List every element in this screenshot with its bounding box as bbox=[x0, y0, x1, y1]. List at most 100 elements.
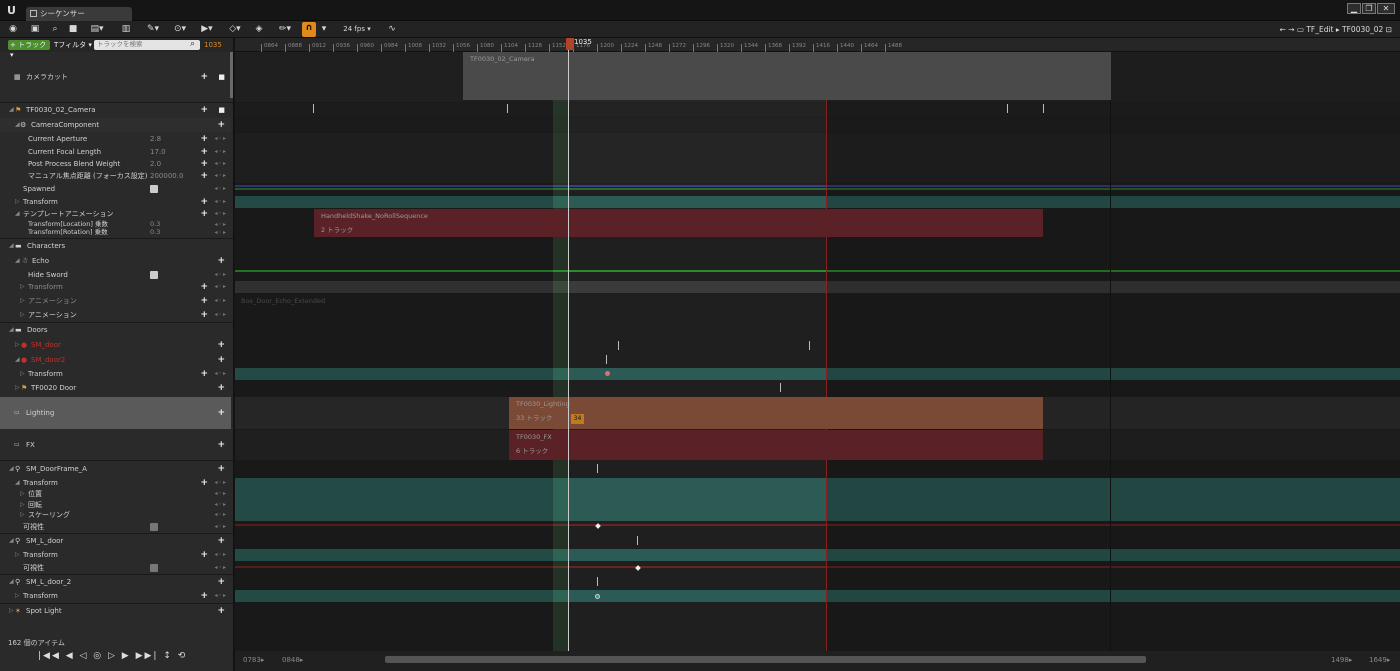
track-row[interactable]: ▷ ⚑ TF0020 Door + bbox=[0, 381, 231, 395]
keyframe-nav-icon[interactable]: ◂◦▸ bbox=[214, 281, 227, 293]
fps-dropdown[interactable]: 24 fps ▾ bbox=[337, 23, 377, 36]
collapse-arrow-icon[interactable]: ▷ bbox=[9, 604, 14, 618]
expand-arrow-icon[interactable]: ◢ bbox=[15, 353, 20, 367]
key-marker[interactable] bbox=[1043, 104, 1044, 113]
playhead-handle[interactable] bbox=[566, 38, 574, 50]
keyframe-nav-icon[interactable]: ◂◦▸ bbox=[214, 133, 227, 145]
add-icon[interactable]: + bbox=[200, 208, 208, 220]
curve-editor-icon[interactable]: ∿ bbox=[385, 23, 399, 36]
collapse-arrow-icon[interactable]: ▷ bbox=[20, 309, 25, 321]
spawned-checkbox[interactable] bbox=[150, 185, 158, 193]
minimize-button[interactable]: ▁ bbox=[1347, 3, 1361, 14]
track-search-input[interactable] bbox=[94, 40, 200, 50]
lock-icon[interactable]: ⊡ bbox=[1386, 25, 1392, 34]
lighting-section[interactable]: TF0030_Lighting 33 トラック bbox=[509, 397, 1043, 429]
track-row[interactable]: ◢ ⚙ CameraComponent + bbox=[0, 118, 231, 132]
add-icon[interactable]: + bbox=[217, 462, 225, 476]
add-icon[interactable]: + bbox=[200, 170, 208, 182]
collapse-arrow-icon[interactable]: ▷ bbox=[20, 500, 25, 510]
snap-dropdown-icon[interactable]: ▾ bbox=[320, 23, 328, 36]
key-marker[interactable] bbox=[780, 383, 781, 392]
track-row[interactable]: ▷ ● SM_door + bbox=[0, 338, 231, 352]
property-value[interactable]: 200000.0 bbox=[150, 170, 183, 182]
keyframe-nav-icon[interactable]: ◂◦▸ bbox=[214, 146, 227, 158]
add-icon[interactable]: + bbox=[217, 353, 225, 367]
track-row[interactable]: ▷ Transform + ◂◦▸ bbox=[0, 368, 231, 380]
collapse-arrow-icon[interactable]: ▷ bbox=[20, 510, 25, 520]
keyframe-nav-icon[interactable]: ◂◦▸ bbox=[214, 183, 227, 195]
collapse-arrow-icon[interactable]: ▷ bbox=[15, 338, 20, 352]
add-icon[interactable]: + bbox=[217, 397, 225, 429]
track-row[interactable]: ◢ ⚲ SM_L_door + bbox=[0, 534, 231, 548]
add-icon[interactable]: + bbox=[200, 478, 208, 488]
search-icon[interactable]: ⌕ bbox=[190, 39, 195, 49]
track-row[interactable]: ▷ 位置 ◂◦▸ bbox=[0, 489, 231, 499]
track-row[interactable]: ▷ アニメーション + ◂◦▸ bbox=[0, 309, 231, 321]
key-marker[interactable] bbox=[618, 341, 619, 350]
add-icon[interactable]: + bbox=[217, 118, 225, 132]
folder-row[interactable]: ◢ ▬ Characters bbox=[0, 239, 231, 253]
track-row[interactable]: Transform[Rotation] 乗数 0.3 ◂◦▸ bbox=[0, 228, 231, 237]
camera-icon[interactable]: ■ bbox=[66, 23, 80, 36]
add-icon[interactable]: + bbox=[217, 575, 225, 589]
keyframe-nav-icon[interactable]: ◂◦▸ bbox=[214, 368, 227, 380]
expand-arrow-icon[interactable]: ◢ bbox=[15, 208, 20, 220]
add-icon[interactable]: + bbox=[200, 281, 208, 293]
add-icon[interactable]: + bbox=[200, 309, 208, 321]
track-row[interactable]: ▷ Transform + ◂◦▸ bbox=[0, 590, 231, 602]
camera-icon[interactable]: ■ bbox=[218, 52, 225, 102]
visibility-checkbox[interactable] bbox=[150, 523, 158, 531]
track-row[interactable]: ▷ Transform + ◂◦▸ bbox=[0, 196, 231, 208]
add-icon[interactable]: + bbox=[200, 295, 208, 307]
key-marker[interactable] bbox=[606, 355, 607, 364]
snapshot-icon[interactable]: ▥ bbox=[118, 23, 134, 36]
property-value[interactable]: 2.0 bbox=[150, 158, 161, 170]
expand-arrow-icon[interactable]: ◢ bbox=[15, 118, 20, 132]
add-icon[interactable]: + bbox=[217, 604, 225, 618]
add-icon[interactable]: + bbox=[200, 158, 208, 170]
timeline-panel[interactable]: TF0030_02_Camera HandheldShake_NoRollSeq… bbox=[235, 38, 1400, 671]
folder-row[interactable]: ◢ ▬ Doors bbox=[0, 323, 231, 337]
play-options-icon[interactable]: ▶▾ bbox=[196, 23, 218, 36]
tab-sequencer[interactable]: シーケンサー bbox=[26, 7, 132, 21]
current-frame-display[interactable]: 1035 bbox=[204, 40, 222, 50]
playback-options-icon[interactable]: ⊙▾ bbox=[169, 23, 191, 36]
collapse-arrow-icon[interactable]: ▷ bbox=[20, 368, 25, 380]
add-icon[interactable]: + bbox=[200, 368, 208, 380]
transport-controls[interactable]: |◀◀ ◀ ◁ ◎ ▷ ▶ ▶▶| ↕ ⟲ bbox=[38, 651, 198, 663]
save-icon[interactable]: ▣ bbox=[28, 23, 42, 36]
find-icon[interactable]: ⌕ bbox=[48, 23, 62, 36]
add-icon[interactable]: + bbox=[200, 146, 208, 158]
maximize-button[interactable]: ❐ bbox=[1362, 3, 1376, 14]
horizontal-scrollbar[interactable] bbox=[385, 656, 1146, 663]
add-track-button[interactable]: + トラック ▾ bbox=[8, 40, 50, 59]
key-marker[interactable] bbox=[597, 464, 598, 473]
settings-icon[interactable]: ✎▾ bbox=[142, 23, 164, 36]
render-movie-icon[interactable]: ▤▾ bbox=[87, 23, 107, 36]
back-arrow-icon[interactable]: ← bbox=[1279, 25, 1285, 34]
track-row[interactable]: ◢ ☃ Echo + bbox=[0, 254, 231, 268]
forward-arrow-icon[interactable]: → bbox=[1288, 25, 1294, 34]
keyframe-nav-icon[interactable]: ◂◦▸ bbox=[214, 562, 227, 574]
expand-arrow-icon[interactable]: ◢ bbox=[9, 103, 14, 117]
track-row[interactable]: ◢ ● SM_door2 + bbox=[0, 353, 231, 367]
track-row[interactable]: Post Process Blend Weight 2.0 + ◂◦▸ bbox=[0, 158, 231, 170]
keyframe-dot[interactable] bbox=[595, 594, 600, 599]
key-marker[interactable] bbox=[1007, 104, 1008, 113]
keyframe-nav-icon[interactable]: ◂◦▸ bbox=[214, 295, 227, 307]
keyframe-nav-icon[interactable]: ◂◦▸ bbox=[214, 590, 227, 602]
world-icon[interactable]: ◉ bbox=[6, 23, 20, 36]
fx-section[interactable]: TF0030_FX 6 トラック bbox=[509, 430, 1043, 460]
animation-section[interactable]: Box_Door_Echo_Extended bbox=[235, 295, 835, 307]
expand-arrow-icon[interactable]: ◢ bbox=[9, 239, 14, 253]
add-icon[interactable]: + bbox=[200, 103, 208, 117]
keyframe-nav-icon[interactable]: ◂◦▸ bbox=[214, 228, 227, 237]
shake-section[interactable]: HandheldShake_NoRollSequence 2 トラック bbox=[314, 209, 1043, 237]
track-row[interactable]: 可視性 ◂◦▸ bbox=[0, 562, 231, 574]
track-row[interactable]: ◢ テンプレートアニメーション + ◂◦▸ bbox=[0, 208, 231, 220]
hide-sword-checkbox[interactable] bbox=[150, 271, 158, 279]
track-row[interactable]: 可視性 ◂◦▸ bbox=[0, 521, 231, 533]
track-row[interactable]: Spawned ◂◦▸ bbox=[0, 183, 231, 195]
keyframe-nav-icon[interactable]: ◂◦▸ bbox=[214, 489, 227, 499]
keyframe-nav-icon[interactable]: ◂◦▸ bbox=[214, 170, 227, 182]
